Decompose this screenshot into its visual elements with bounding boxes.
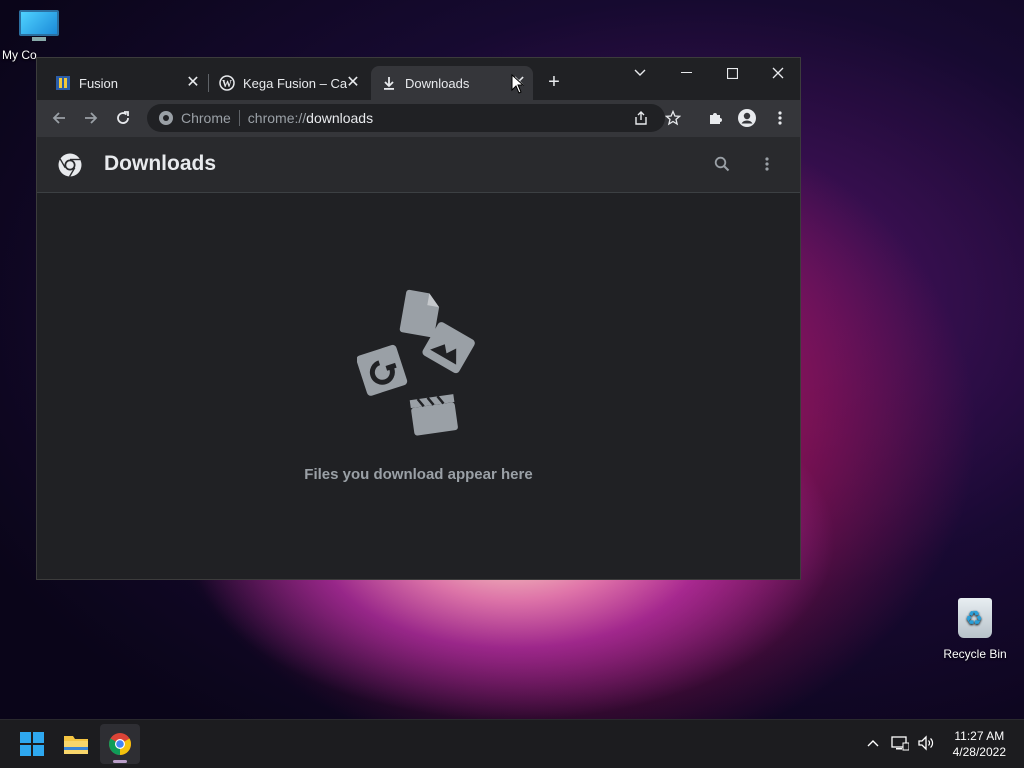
computer-icon — [19, 10, 59, 42]
puzzle-icon — [710, 113, 722, 124]
video-icon — [409, 394, 458, 436]
profile-button[interactable] — [733, 104, 761, 132]
tab-title: Kega Fusion – Car — [243, 75, 347, 91]
folder-icon — [64, 736, 88, 754]
search-downloads-button[interactable] — [708, 150, 736, 178]
chrome-logo-icon — [58, 153, 82, 182]
tab-strip: Fusion ✕ W Kega Fusion – Car ✕ Downloads… — [37, 58, 800, 100]
bookmark-button[interactable] — [659, 104, 687, 132]
download-icon — [381, 75, 397, 91]
close-icon — [772, 67, 784, 79]
share-button[interactable] — [627, 104, 655, 132]
minimize-icon — [680, 72, 692, 73]
kebab-menu-icon — [778, 111, 782, 125]
fusion-icon — [55, 75, 71, 91]
address-bar[interactable]: Chrome chrome://downloads — [147, 104, 681, 132]
mouse-cursor-icon — [511, 74, 525, 94]
speaker-icon — [918, 735, 934, 751]
taskbar: 11:27 AM 4/28/2022 — [0, 719, 1024, 768]
wordpress-icon: W — [219, 75, 235, 91]
tab-downloads[interactable]: Downloads ✕ — [371, 66, 533, 100]
search-icon — [714, 156, 730, 172]
audio-icon — [357, 344, 408, 396]
tab-title: Fusion — [79, 75, 119, 91]
recycle-bin-icon — [958, 598, 992, 638]
chrome-menu-button[interactable] — [766, 104, 794, 132]
system-clock[interactable]: 11:27 AM 4/28/2022 — [953, 728, 1006, 760]
file-explorer-button[interactable] — [56, 724, 96, 764]
origin-chip: Chrome — [181, 110, 240, 126]
star-icon — [665, 110, 681, 126]
arrow-right-icon — [85, 112, 98, 124]
empty-downloads-illustration — [357, 289, 475, 436]
clock-date: 4/28/2022 — [952, 745, 1006, 759]
chevron-up-icon — [867, 740, 879, 747]
desktop-icon-label: Recycle Bin — [943, 647, 1007, 661]
extensions-button[interactable] — [701, 104, 729, 132]
network-status-button[interactable] — [891, 734, 909, 752]
empty-state-message: Files you download appear here — [304, 466, 533, 483]
chrome-icon — [109, 733, 131, 755]
reload-button[interactable] — [109, 104, 137, 132]
close-tab-icon[interactable]: ✕ — [345, 75, 361, 91]
downloads-page: Downloads Files you download appear here — [37, 137, 800, 579]
kebab-menu-icon — [765, 157, 769, 171]
forward-button[interactable] — [77, 104, 105, 132]
show-hidden-icons-button[interactable] — [864, 734, 882, 752]
browser-toolbar: Chrome chrome://downloads — [37, 100, 800, 138]
volume-button[interactable] — [917, 734, 935, 752]
start-button[interactable] — [12, 724, 52, 764]
desktop-icon-my-computer[interactable]: My Co — [0, 10, 79, 62]
downloads-header: Downloads — [37, 137, 800, 193]
share-icon — [635, 111, 647, 125]
page-title: Downloads — [104, 152, 217, 175]
browser-window: Fusion ✕ W Kega Fusion – Car ✕ Downloads… — [36, 57, 801, 580]
desktop-icon-recycle-bin[interactable]: Recycle Bin — [935, 598, 1015, 661]
close-tab-icon[interactable]: ✕ — [185, 75, 201, 91]
minimize-button[interactable] — [663, 58, 709, 88]
tab-search-button[interactable] — [617, 58, 663, 88]
chevron-down-icon — [634, 69, 646, 76]
new-tab-button[interactable]: + — [540, 68, 568, 96]
close-window-button[interactable] — [755, 58, 801, 88]
clock-time: 11:27 AM — [954, 729, 1005, 743]
svg-text:W: W — [222, 79, 232, 90]
maximize-icon — [726, 67, 738, 79]
maximize-button[interactable] — [709, 58, 755, 88]
back-button[interactable] — [45, 104, 73, 132]
url-text: chrome://downloads — [247, 110, 374, 126]
avatar-icon — [738, 109, 756, 127]
reload-icon — [117, 111, 129, 124]
downloads-menu-button[interactable] — [753, 150, 781, 178]
tab-title: Downloads — [405, 75, 470, 91]
tab-kega-fusion[interactable]: W Kega Fusion – Car ✕ — [215, 66, 367, 100]
chrome-taskbar-button[interactable] — [100, 724, 140, 764]
arrow-left-icon — [52, 112, 65, 124]
windows-logo-icon — [20, 732, 44, 756]
tab-fusion[interactable]: Fusion ✕ — [51, 66, 207, 100]
network-icon — [891, 736, 909, 751]
chrome-page-icon — [159, 111, 173, 125]
